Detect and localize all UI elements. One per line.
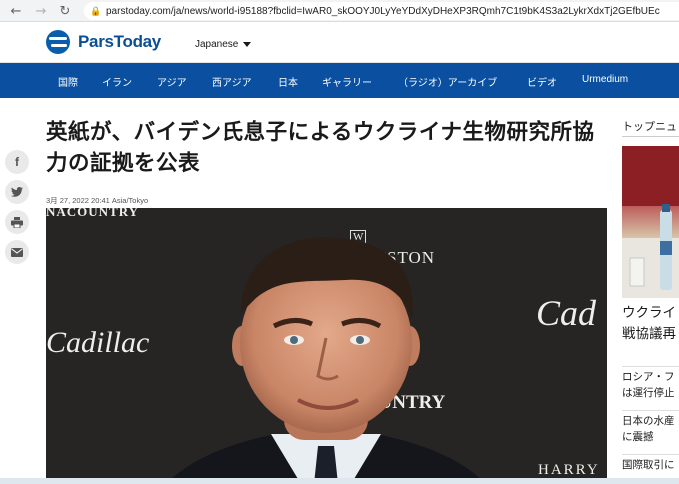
site-logo[interactable]: ParsToday xyxy=(46,30,161,54)
forward-arrow-icon[interactable]: → xyxy=(31,1,51,21)
email-button[interactable] xyxy=(5,240,29,264)
nav-item-iran[interactable]: イラン xyxy=(102,74,132,89)
nav-item-asia[interactable]: アジア xyxy=(157,74,187,89)
sidebar-item-line: 国際取引に xyxy=(622,459,675,471)
nav-item-international[interactable]: 国際 xyxy=(58,74,78,89)
print-icon xyxy=(11,216,23,228)
water-bottle-illustration xyxy=(622,146,679,298)
nav-item-gallery[interactable]: ギャラリー xyxy=(322,74,372,89)
divider xyxy=(622,136,679,137)
print-button[interactable] xyxy=(5,210,29,234)
lock-icon: 🔒 xyxy=(90,6,102,16)
sidebar-news-item[interactable]: 国際取引に xyxy=(622,454,679,473)
article-date: 3月 27, 2022 20:41 Asia/Tokyo xyxy=(46,196,149,205)
main-nav: 国際 イラン アジア 西アジア 日本 ギャラリー （ラジオ）アーカイブ ビデオ … xyxy=(0,63,679,98)
sidebar-item-line: は運行停止 xyxy=(622,387,675,399)
browser-toolbar: ← → ↻ 🔒 parstoday.com/ja/news/world-i951… xyxy=(0,0,679,22)
sidebar-headline-line: ウクライ xyxy=(622,305,676,321)
nav-item-urmedium[interactable]: Urmedium xyxy=(582,74,628,85)
sidebar-item-line: に震撼 xyxy=(622,431,654,443)
article-title: 英紙が、バイデン氏息子によるウクライナ生物研究所協力の証拠を公表 xyxy=(46,120,595,176)
back-arrow-icon[interactable]: ← xyxy=(6,1,26,21)
logo-text: ParsToday xyxy=(78,32,161,51)
site-header: ParsToday Japanese xyxy=(0,22,679,63)
email-icon xyxy=(11,247,23,257)
nav-item-japan[interactable]: 日本 xyxy=(278,74,298,89)
chevron-down-icon xyxy=(243,41,252,47)
sidebar-item-line: 日本の水産 xyxy=(622,415,675,427)
sidebar-news-image[interactable] xyxy=(622,146,679,298)
sidebar-news-item[interactable]: 日本の水産 に震撼 xyxy=(622,410,679,445)
parstoday-logo-icon xyxy=(46,30,70,54)
facebook-share-button[interactable]: f xyxy=(5,150,29,174)
top-news-heading: トップニュ xyxy=(622,120,677,133)
url-text: parstoday.com/ja/news/world-i95188?fbcli… xyxy=(106,5,660,17)
language-label: Japanese xyxy=(195,39,239,50)
nav-item-west-asia[interactable]: 西アジア xyxy=(212,74,252,89)
sidebar-headline[interactable]: ウクライ 戦協議再 xyxy=(622,303,679,345)
twitter-icon xyxy=(11,187,23,197)
portrait-figure xyxy=(166,237,486,484)
sidebar-item-line: ロシア・フ xyxy=(622,371,675,383)
address-bar[interactable]: 🔒 parstoday.com/ja/news/world-i95188?fbc… xyxy=(84,2,679,20)
reload-icon[interactable]: ↻ xyxy=(55,1,75,21)
facebook-icon: f xyxy=(15,155,19,169)
article-photo: NACOUNTRY W WINSTON Cadillac Cad COUNTRY… xyxy=(46,208,607,484)
nav-item-video[interactable]: ビデオ xyxy=(527,74,557,89)
nav-item-radio-archive[interactable]: （ラジオ）アーカイブ xyxy=(398,74,497,89)
bottom-bar xyxy=(0,478,679,484)
language-selector[interactable]: Japanese xyxy=(195,39,252,50)
twitter-share-button[interactable] xyxy=(5,180,29,204)
sidebar-headline-line: 戦協議再 xyxy=(622,326,676,342)
sidebar-news-item[interactable]: ロシア・フ は運行停止 xyxy=(622,366,679,401)
